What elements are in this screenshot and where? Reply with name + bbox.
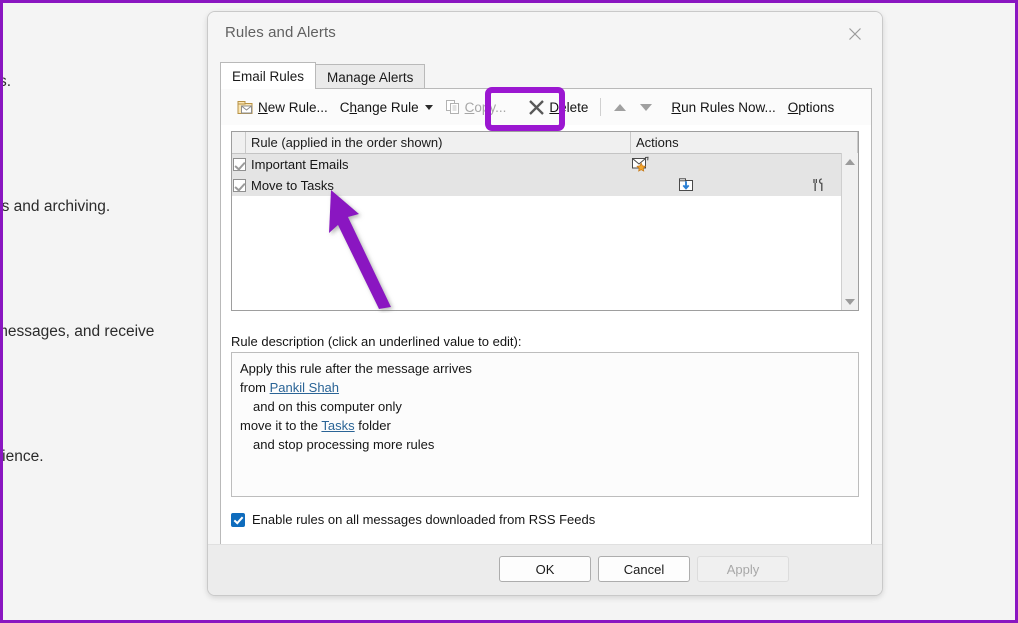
- dialog-title: Rules and Alerts: [225, 24, 336, 41]
- flag-message-icon: [631, 156, 650, 173]
- cancel-button[interactable]: Cancel: [598, 556, 690, 582]
- description-prefix: from: [240, 380, 270, 395]
- description-line: and stop processing more rules: [253, 437, 435, 452]
- ok-button[interactable]: OK: [499, 556, 591, 582]
- background-text-line: ns and archiving.: [3, 198, 111, 215]
- tab-email-rules[interactable]: Email Rules: [220, 62, 317, 89]
- background-text-line: messages, and receive: [3, 323, 155, 340]
- rule-actions: [631, 175, 858, 196]
- description-line: from Pankil Shah: [240, 378, 850, 397]
- tabstrip: Email Rules Manage Alerts: [220, 62, 426, 89]
- column-header-check: [232, 132, 246, 153]
- triangle-up-icon: [614, 103, 627, 111]
- chevron-down-icon: [424, 104, 433, 110]
- column-header-actions: Actions: [631, 132, 858, 153]
- move-rule-down-button[interactable]: [633, 94, 659, 120]
- apply-button[interactable]: Apply: [697, 556, 789, 582]
- move-to-folder-icon: [678, 177, 697, 194]
- dialog-titlebar: Rules and Alerts: [208, 12, 882, 56]
- rule-description-label: Rule description (click an underlined va…: [231, 334, 522, 349]
- rule-description-box: Apply this rule after the message arrive…: [231, 352, 859, 497]
- scroll-up-button[interactable]: [842, 153, 858, 170]
- description-line: Apply this rule after the message arrive…: [240, 361, 472, 376]
- rule-name: Move to Tasks: [251, 178, 334, 193]
- column-header-rule: Rule (applied in the order shown): [246, 132, 631, 153]
- change-rule-button[interactable]: Change Rule: [334, 93, 439, 121]
- tab-manage-alerts[interactable]: Manage Alerts: [315, 64, 426, 89]
- rule-enabled-checkbox[interactable]: [232, 179, 246, 192]
- rss-option-label: Enable rules on all messages downloaded …: [252, 512, 596, 527]
- rule-name: Important Emails: [251, 157, 349, 172]
- scroll-up-icon: [845, 158, 855, 165]
- options-label: Options: [787, 99, 835, 115]
- description-line: move it to the Tasks folder: [240, 416, 850, 435]
- description-suffix: folder: [354, 418, 391, 433]
- rule-enabled-checkbox[interactable]: [232, 158, 246, 171]
- scroll-down-icon[interactable]: [845, 299, 855, 305]
- checkmark-icon: [232, 158, 246, 171]
- change-rule-label: Change Rule: [339, 99, 419, 115]
- run-rules-now-button[interactable]: Run Rules Now...: [665, 93, 781, 121]
- copy-icon: [445, 99, 461, 115]
- description-prefix: move it to the: [240, 418, 322, 433]
- delete-button[interactable]: Delete: [522, 93, 594, 121]
- rules-toolbar: New Rule... Change Rule Copy... Delete R…: [221, 89, 871, 125]
- rule-actions: [631, 154, 858, 175]
- move-rule-up-button[interactable]: [607, 94, 633, 120]
- dialog-footer: OK Cancel Apply: [208, 544, 882, 595]
- delete-x-icon: [528, 99, 545, 116]
- rules-list-header: Rule (applied in the order shown) Action…: [232, 132, 858, 154]
- table-row[interactable]: Move to Tasks: [232, 175, 858, 196]
- rules-list[interactable]: Rule (applied in the order shown) Action…: [231, 131, 859, 311]
- copy-button[interactable]: Copy...: [439, 93, 513, 121]
- background-text-line: s.: [3, 73, 12, 90]
- new-rule-button[interactable]: New Rule...: [231, 93, 334, 121]
- background-page: s. ns and archiving. messages, and recei…: [3, 3, 208, 620]
- tab-label: Email Rules: [232, 68, 305, 84]
- rules-and-alerts-dialog: Rules and Alerts Email Rules Manage Aler…: [207, 11, 883, 596]
- triangle-down-icon: [640, 103, 653, 111]
- toolbar-separator: [600, 98, 602, 116]
- description-link-from[interactable]: Pankil Shah: [270, 380, 339, 395]
- checkmark-icon: [232, 179, 246, 192]
- tab-label: Manage Alerts: [327, 69, 414, 85]
- rss-feeds-option[interactable]: Enable rules on all messages downloaded …: [231, 512, 595, 527]
- options-button[interactable]: Options: [782, 93, 841, 121]
- rss-checkbox-icon: [231, 512, 245, 527]
- copy-label: Copy...: [464, 99, 507, 115]
- rules-list-empty-area: [232, 196, 858, 310]
- description-line: and on this computer only: [253, 399, 402, 414]
- new-rule-label: New Rule...: [258, 99, 328, 115]
- delete-label: Delete: [549, 99, 589, 115]
- run-rules-now-label: Run Rules Now...: [671, 99, 776, 115]
- email-rules-panel: New Rule... Change Rule Copy... Delete R…: [220, 88, 872, 545]
- close-button[interactable]: [834, 18, 876, 50]
- new-rule-icon: [237, 100, 254, 115]
- close-icon: [849, 28, 861, 40]
- description-link-folder[interactable]: Tasks: [321, 418, 354, 433]
- rules-list-scrollbar[interactable]: [841, 153, 858, 310]
- screenshot-root: s. ns and archiving. messages, and recei…: [0, 0, 1018, 623]
- tools-icon: [810, 177, 827, 194]
- background-text-line: rience.: [3, 448, 44, 465]
- table-row[interactable]: Important Emails: [232, 154, 858, 175]
